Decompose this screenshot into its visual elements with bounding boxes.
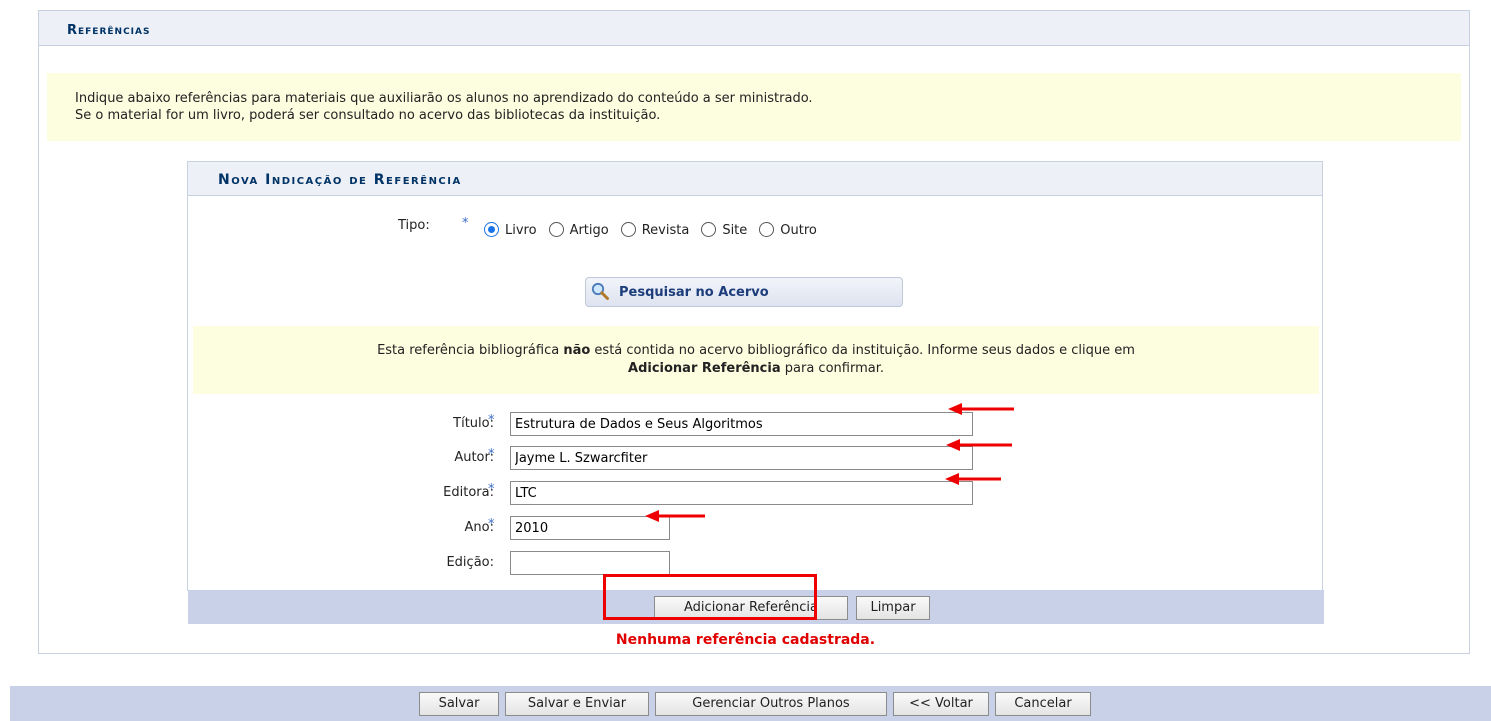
annotation-arrow-editora-icon	[945, 473, 1001, 485]
autor-input[interactable]	[510, 446, 973, 470]
notice-bold-add: Adicionar Referência	[628, 361, 781, 376]
page-actions-bar: Salvar Salvar e Enviar Gerenciar Outros …	[10, 686, 1491, 721]
notice-line-1: Esta referência bibliográfica não está c…	[193, 343, 1319, 358]
edicao-row: Edição:	[188, 551, 1318, 575]
new-reference-form: Nova Indicação de Referência Tipo: * Liv…	[187, 161, 1324, 624]
titulo-required-icon: *	[488, 413, 495, 428]
tipo-label: Tipo:	[398, 218, 430, 233]
annotation-arrow-ano-icon	[645, 510, 705, 522]
form-actions-bar: Adicionar Referência Limpar	[188, 590, 1324, 624]
edicao-label: Edição:	[446, 555, 494, 570]
save-and-send-button[interactable]: Salvar e Enviar	[505, 692, 649, 716]
radio-outro-label[interactable]: Outro	[780, 223, 817, 238]
autor-required-icon: *	[488, 447, 495, 462]
annotation-arrow-titulo-icon	[948, 403, 1014, 415]
tipo-radio-group: Livro Artigo Revista Site Outro	[484, 220, 823, 238]
instructions-line-1: Indique abaixo referências para materiai…	[75, 91, 813, 106]
clear-button[interactable]: Limpar	[856, 596, 930, 620]
instructions-line-2: Se o material for um livro, poderá ser c…	[75, 108, 661, 123]
cancel-button[interactable]: Cancelar	[995, 692, 1091, 716]
references-panel-title: Referências	[67, 23, 151, 38]
new-reference-title: Nova Indicação de Referência	[218, 172, 462, 188]
notice-suffix: para confirmar.	[780, 361, 884, 376]
new-reference-header: Nova Indicação de Referência	[188, 162, 1322, 196]
annotation-arrow-autor-icon	[946, 439, 1012, 451]
tipo-required-icon: *	[462, 216, 469, 231]
notice-prefix: Esta referência bibliográfica	[377, 343, 564, 358]
references-panel: Referências Indique abaixo referências p…	[38, 10, 1470, 654]
radio-artigo-label[interactable]: Artigo	[570, 223, 609, 238]
notice-middle: está contida no acervo bibliográfico da …	[590, 343, 1135, 358]
radio-site[interactable]	[701, 221, 717, 237]
ano-row: Ano: *	[188, 516, 1318, 540]
radio-livro-label[interactable]: Livro	[505, 223, 537, 238]
radio-revista-label[interactable]: Revista	[642, 223, 690, 238]
editora-required-icon: *	[488, 482, 495, 497]
save-button[interactable]: Salvar	[419, 692, 499, 716]
radio-livro[interactable]	[484, 221, 499, 237]
titulo-input[interactable]	[510, 412, 973, 436]
editora-row: Editora: *	[188, 481, 1318, 505]
edicao-input[interactable]	[510, 551, 670, 575]
titulo-row: Título: *	[188, 412, 1318, 436]
references-panel-header: Referências	[39, 11, 1469, 46]
radio-artigo[interactable]	[548, 221, 564, 237]
notice-bold-nao: não	[563, 343, 591, 358]
manage-other-plans-button[interactable]: Gerenciar Outros Planos	[655, 692, 887, 716]
radio-revista[interactable]	[620, 221, 636, 237]
radio-outro[interactable]	[759, 221, 775, 237]
ano-required-icon: *	[488, 517, 495, 532]
editora-label: Editora:	[443, 485, 494, 500]
empty-references-message: Nenhuma referência cadastrada.	[615, 632, 876, 648]
not-in-collection-notice: Esta referência bibliográfica não está c…	[193, 326, 1319, 394]
back-button[interactable]: << Voltar	[893, 692, 989, 716]
editora-input[interactable]	[510, 481, 973, 505]
autor-row: Autor: *	[188, 446, 1318, 470]
search-collection-button[interactable]: Pesquisar no Acervo	[585, 274, 903, 307]
radio-site-label[interactable]: Site	[722, 223, 747, 238]
magnifier-icon	[591, 282, 609, 300]
search-collection-label[interactable]: Pesquisar no Acervo	[619, 285, 769, 300]
instructions-box: Indique abaixo referências para materiai…	[47, 73, 1461, 141]
add-reference-button[interactable]: Adicionar Referência	[654, 596, 848, 620]
notice-line-2: Adicionar Referência para confirmar.	[193, 361, 1319, 376]
